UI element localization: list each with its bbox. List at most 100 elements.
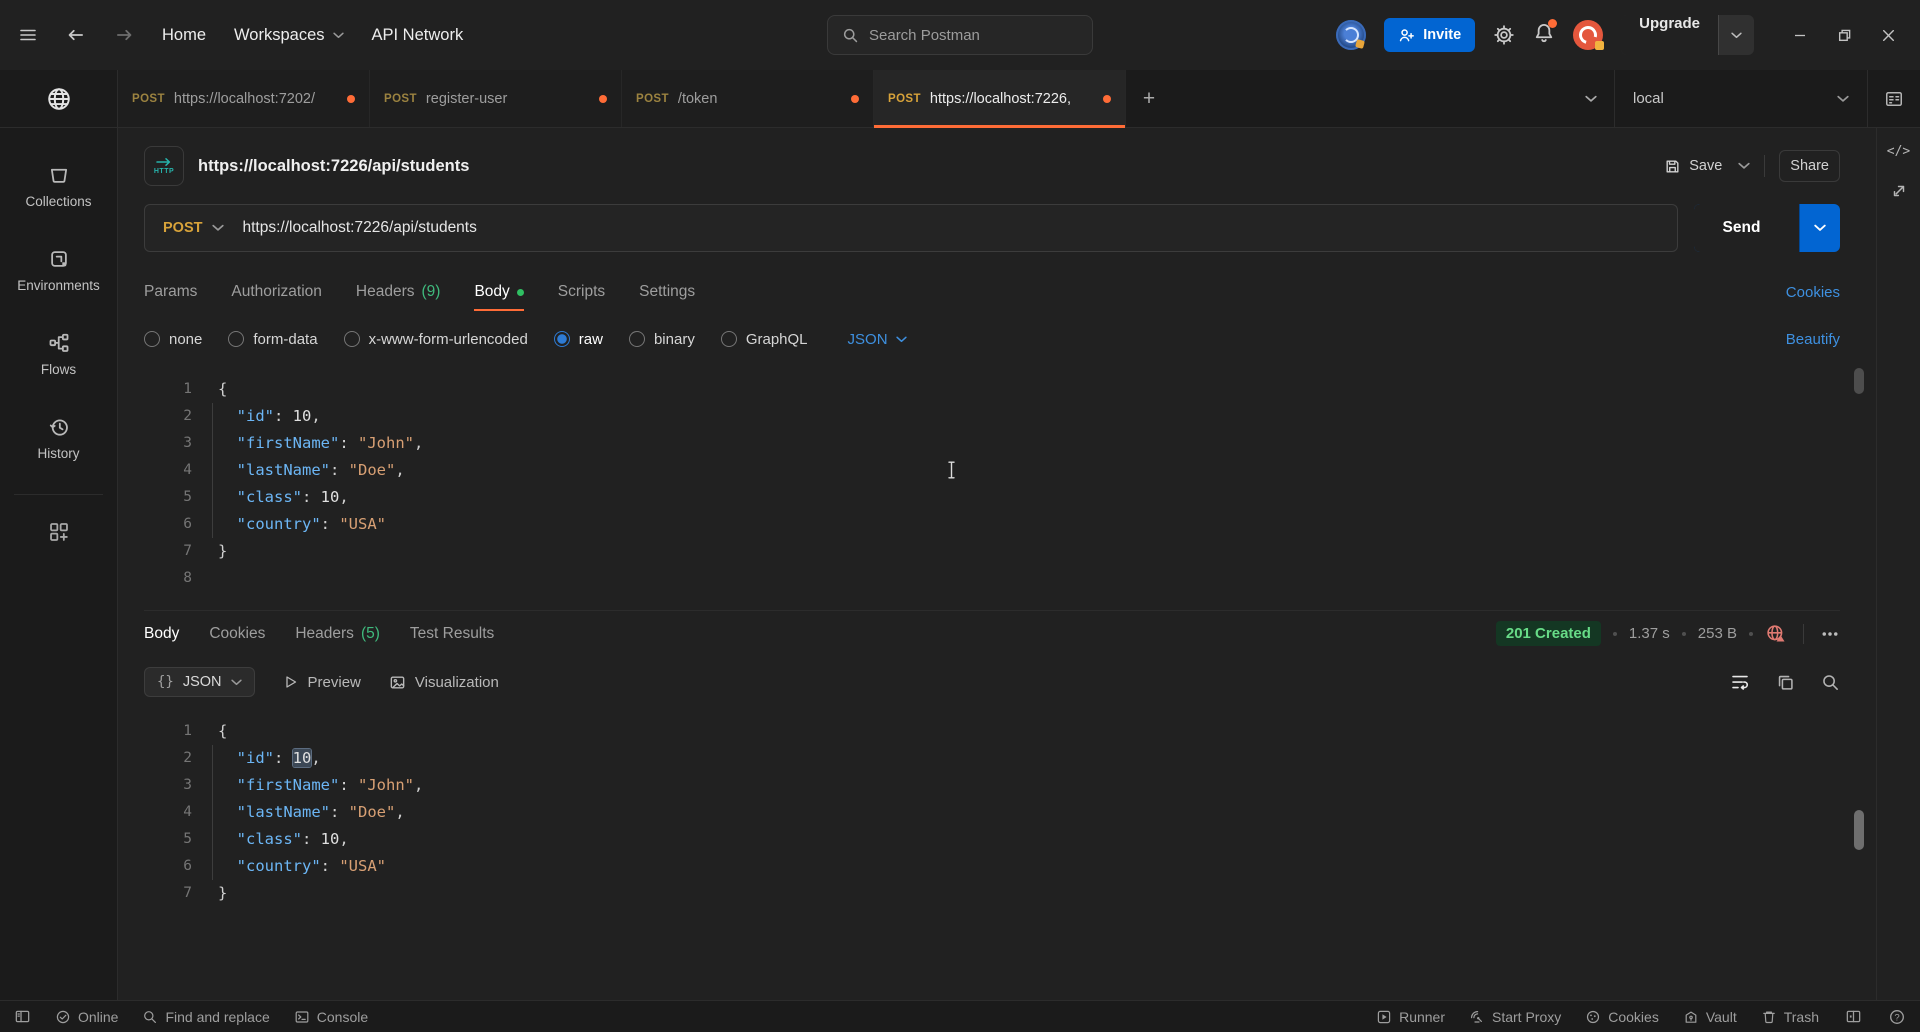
method-dropdown[interactable]: POST — [145, 220, 242, 236]
configure-sidebar-button[interactable] — [0, 521, 117, 543]
statusbar-console[interactable]: Console — [294, 1009, 368, 1025]
tab-headers[interactable]: Headers(9) — [356, 268, 441, 316]
user-avatar[interactable] — [1573, 20, 1603, 50]
response-tab-headers[interactable]: Headers(5) — [295, 625, 380, 643]
expand-pane-icon[interactable] — [1890, 182, 1908, 200]
environment-quick-look-button[interactable] — [1868, 70, 1920, 127]
body-mode-none[interactable]: none — [144, 331, 202, 348]
wrap-text-icon[interactable] — [1730, 672, 1750, 692]
tab-scripts[interactable]: Scripts — [558, 268, 605, 316]
statusbar-online[interactable]: Online — [55, 1009, 118, 1025]
code-text: "country": "USA" — [192, 853, 386, 880]
nav-workspaces[interactable]: Workspaces — [234, 26, 343, 45]
minimize-button[interactable] — [1778, 13, 1822, 57]
request-body-editor[interactable]: 1{2 "id": 10,3 "firstName": "John",4 "la… — [144, 362, 1840, 608]
tab-body[interactable]: Body — [474, 268, 523, 316]
url-input[interactable]: https://localhost:7226/api/students — [242, 219, 476, 237]
tab-params[interactable]: Params — [144, 268, 197, 316]
statusbar-trash[interactable]: Trash — [1761, 1009, 1819, 1025]
search-response-icon[interactable] — [1821, 673, 1840, 692]
response-options-icon[interactable] — [1820, 624, 1840, 644]
statusbar-vault[interactable]: Vault — [1683, 1009, 1737, 1025]
statusbar-start-proxy[interactable]: Start Proxy — [1469, 1009, 1561, 1025]
notifications-button[interactable] — [1533, 22, 1555, 49]
body-mode-graphql[interactable]: GraphQL — [721, 331, 808, 348]
response-tab-body[interactable]: Body — [144, 625, 179, 643]
person-plus-icon — [1398, 27, 1415, 44]
code-line: 3 "firstName": "John", — [144, 772, 1840, 799]
body-mode-x-www-form-urlencoded[interactable]: x-www-form-urlencoded — [344, 331, 528, 348]
tab-label: Cookies — [209, 625, 265, 643]
statusbar-runner[interactable]: Runner — [1376, 1009, 1445, 1025]
code-line: 1{ — [144, 376, 1840, 403]
sidebar-item-collections[interactable]: Collections — [0, 144, 117, 228]
code-line: 2 "id": 10, — [144, 745, 1840, 772]
visualization-button[interactable]: Visualization — [389, 674, 499, 691]
tab-title: https://localhost:7202/ — [174, 91, 338, 107]
code-line: 1{ — [144, 718, 1840, 745]
cookies-link[interactable]: Cookies — [1786, 284, 1840, 301]
tab-settings[interactable]: Settings — [639, 268, 695, 316]
new-tab-button[interactable]: + — [1126, 70, 1172, 127]
code-line: 7} — [144, 880, 1840, 907]
beautify-link[interactable]: Beautify — [1786, 331, 1840, 348]
statusbar-find-and-replace[interactable]: Find and replace — [142, 1009, 269, 1025]
environment-selector[interactable]: local — [1615, 70, 1867, 127]
nav-api-network[interactable]: API Network — [372, 26, 464, 45]
sidebar-toggle-button[interactable] — [14, 1008, 31, 1025]
response-body-editor[interactable]: 1{2 "id": 10,3 "firstName": "John",4 "la… — [144, 708, 1840, 1000]
help-icon[interactable]: ? — [1888, 1008, 1906, 1026]
body-mode-binary[interactable]: binary — [629, 331, 695, 348]
indent-guide — [212, 745, 213, 880]
nav-home[interactable]: Home — [162, 26, 206, 45]
code-token: } — [218, 884, 227, 902]
search-icon — [842, 27, 859, 44]
team-avatar[interactable] — [1336, 20, 1366, 50]
unsaved-dot — [599, 95, 607, 103]
statusbar-cookies[interactable]: Cookies — [1585, 1009, 1659, 1025]
back-arrow-icon[interactable] — [66, 25, 86, 45]
invite-button[interactable]: Invite — [1384, 18, 1475, 52]
forward-arrow-icon[interactable] — [114, 25, 134, 45]
upgrade-button[interactable]: Upgrade — [1621, 15, 1754, 55]
response-editor-scrollbar[interactable] — [1854, 714, 1864, 994]
response-format-dropdown[interactable]: {} JSON — [144, 667, 255, 697]
share-button[interactable]: Share — [1779, 150, 1840, 182]
upgrade-chevron[interactable] — [1719, 15, 1754, 55]
send-options-chevron[interactable] — [1800, 204, 1840, 252]
response-tab-cookies[interactable]: Cookies — [209, 625, 265, 643]
request-tab[interactable]: POSThttps://localhost:7202/ — [118, 70, 370, 127]
request-tab[interactable]: POSTregister-user — [370, 70, 622, 127]
save-options-chevron[interactable] — [1738, 162, 1750, 170]
request-tab[interactable]: POSThttps://localhost:7226, — [874, 70, 1126, 127]
split-pane-icon[interactable] — [1845, 1008, 1862, 1025]
sidebar-item-environments[interactable]: Environments — [0, 228, 117, 312]
code-token — [218, 434, 237, 452]
code-token: : — [330, 461, 349, 479]
gear-icon[interactable] — [1493, 24, 1515, 46]
workspace-globe-button[interactable] — [0, 70, 117, 128]
hamburger-menu-icon[interactable] — [18, 25, 38, 45]
send-button[interactable]: Send — [1694, 204, 1840, 252]
preview-button[interactable]: Preview — [283, 674, 361, 691]
close-button[interactable] — [1866, 13, 1910, 57]
ssl-warning-globe-icon[interactable] — [1765, 623, 1787, 645]
tab-authorization[interactable]: Authorization — [231, 268, 321, 316]
unsaved-dot — [851, 95, 859, 103]
restore-button[interactable] — [1822, 13, 1866, 57]
radio-button — [228, 331, 244, 347]
tab-overflow-button[interactable] — [1568, 70, 1614, 127]
body-mode-raw[interactable]: raw — [554, 331, 603, 348]
request-tab[interactable]: POST/token — [622, 70, 874, 127]
runner-icon — [1376, 1009, 1392, 1025]
sidebar-item-flows[interactable]: Flows — [0, 312, 117, 396]
request-editor-scrollbar[interactable] — [1854, 368, 1864, 602]
save-button[interactable]: Save — [1654, 151, 1732, 182]
copy-icon[interactable] — [1776, 673, 1795, 692]
image-icon — [389, 674, 406, 691]
sidebar-item-history[interactable]: History — [0, 396, 117, 480]
response-tab-test-results[interactable]: Test Results — [410, 625, 494, 643]
language-dropdown[interactable]: JSON — [848, 331, 907, 348]
search-input[interactable]: Search Postman — [827, 15, 1093, 55]
body-mode-form-data[interactable]: form-data — [228, 331, 317, 348]
